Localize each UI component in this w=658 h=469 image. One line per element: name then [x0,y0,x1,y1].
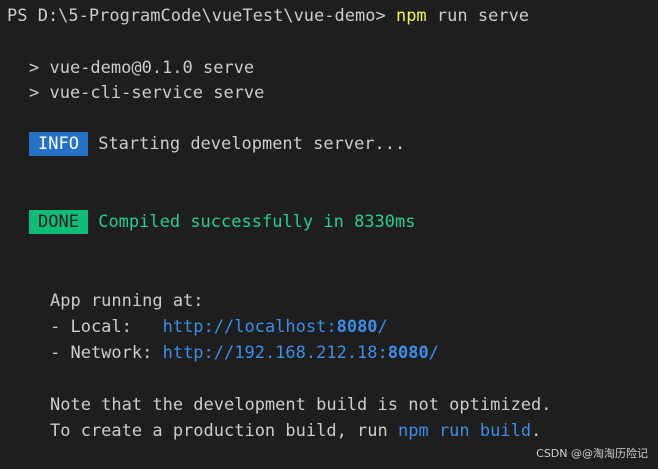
note-line-2-prefix: To create a production build, run [50,421,398,441]
note-line-2: To create a production build, run npm ru… [50,420,541,442]
watermark: CSDN @@淘淘历险记 [536,447,648,460]
network-label: - Network: [50,343,163,363]
app-running-heading: App running at: [50,291,204,311]
network-url-line: - Network: http://192.168.212.18:8080/ [50,342,439,364]
local-url-prefix: http://localhost: [162,317,337,337]
info-badge: INFO [29,132,88,156]
local-url-suffix: / [377,317,388,337]
network-url-prefix: http://192.168.212.18: [162,343,388,363]
script-line-1: > vue-demo@0.1.0 serve [29,58,255,78]
command-name: npm [395,6,427,26]
network-url-suffix: / [428,343,439,363]
build-command: npm run build [398,421,532,441]
prompt-line: PS D:\5-ProgramCode\vueTest\vue-demo> np… [7,5,529,27]
network-url-link[interactable]: http://192.168.212.18:8080/ [163,343,439,363]
script-line-2: > vue-cli-service serve [29,83,265,103]
done-message: Compiled successfully in 8330ms [98,212,416,232]
info-line: INFO Starting development server... [29,132,405,156]
info-message: Starting development server... [98,134,406,154]
local-label: - Local: [50,317,163,337]
done-line: DONE Compiled successfully in 8330ms [29,210,415,234]
note-line-2-suffix: . [531,421,542,441]
note-line-1: Note that the development build is not o… [50,395,552,415]
command-args: run serve [436,6,530,26]
local-url-line: - Local: http://localhost:8080/ [50,316,388,338]
prompt-path: PS D:\5-ProgramCode\vueTest\vue-demo> [7,6,386,26]
network-port: 8080 [387,343,429,363]
local-port: 8080 [336,317,378,337]
local-url-link[interactable]: http://localhost:8080/ [163,317,388,337]
done-badge: DONE [29,210,88,234]
